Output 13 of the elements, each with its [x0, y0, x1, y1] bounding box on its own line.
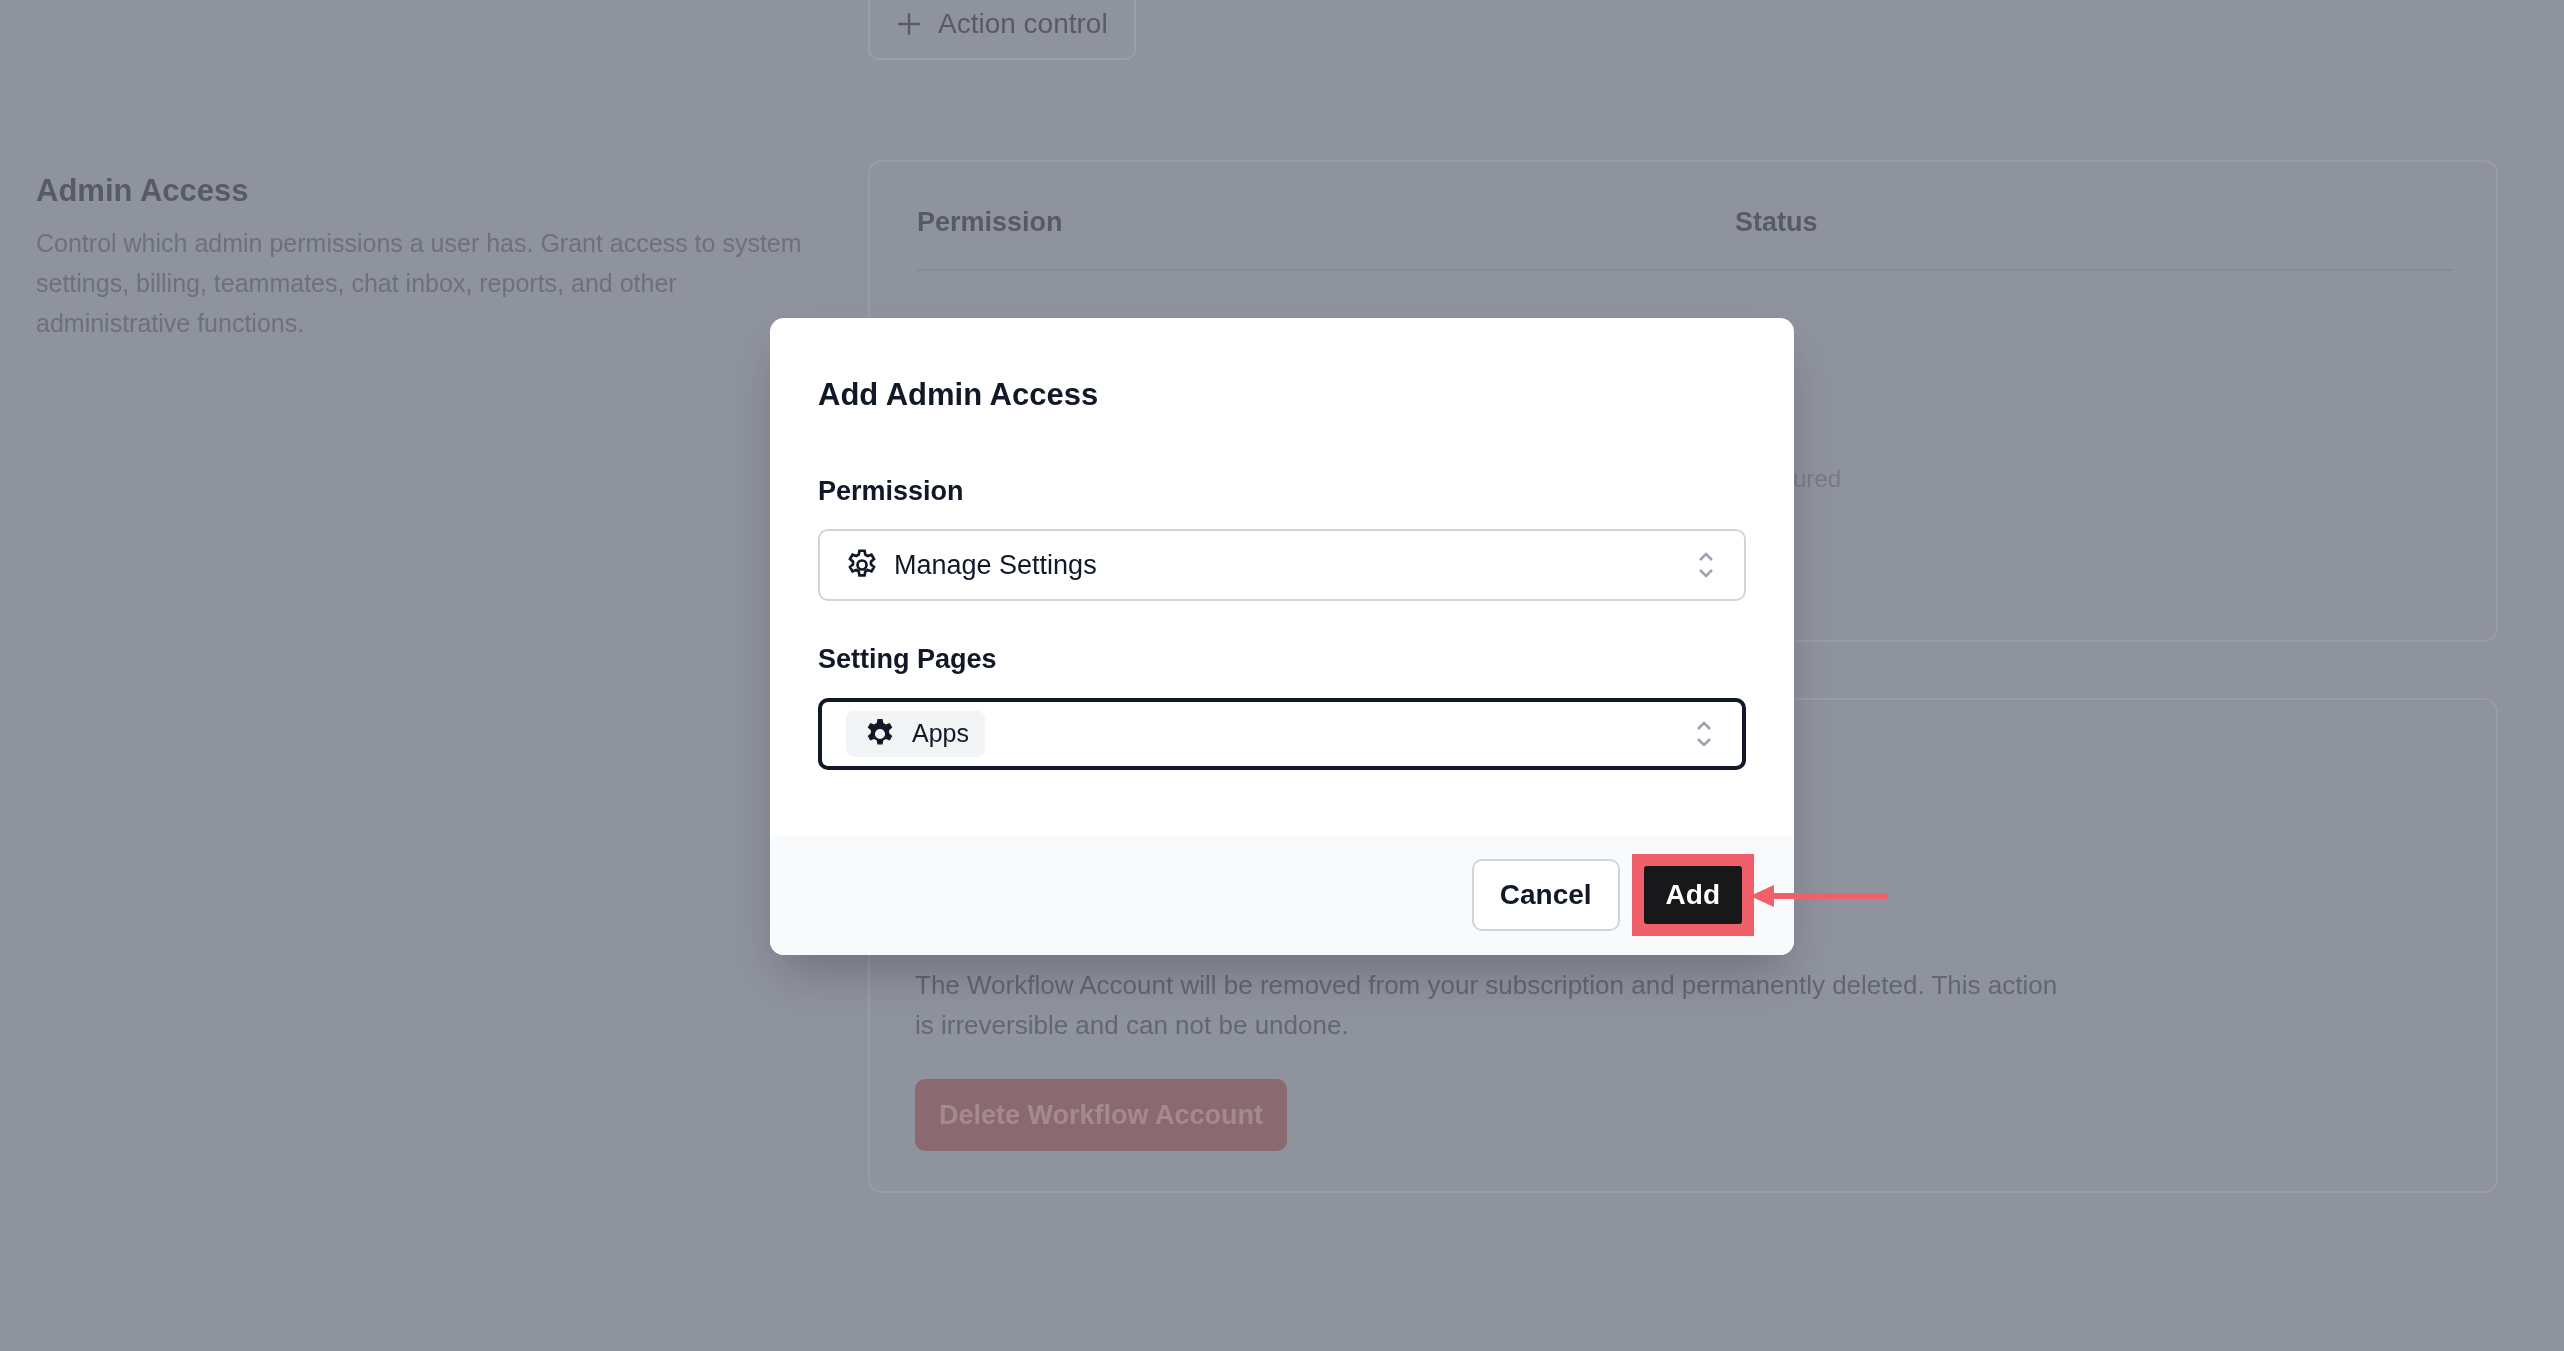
- field-label: Setting Pages: [818, 643, 998, 676]
- column-header: Status: [1735, 206, 1818, 239]
- plus-icon: [896, 11, 922, 37]
- column-header: Permission: [917, 206, 1064, 239]
- add-button[interactable]: Add: [1643, 866, 1742, 924]
- tag-chip[interactable]: Apps: [846, 710, 985, 757]
- cancel-button[interactable]: Cancel: [1471, 859, 1620, 931]
- field-label: Permission: [818, 474, 965, 508]
- select-field[interactable]: Manage Settings: [818, 529, 1746, 601]
- select-value: Manage Settings: [894, 548, 1097, 582]
- modal-title: Add Admin Access: [818, 376, 1100, 414]
- multi-select-field[interactable]: Apps: [818, 697, 1746, 770]
- section-title: Admin Access: [36, 172, 250, 210]
